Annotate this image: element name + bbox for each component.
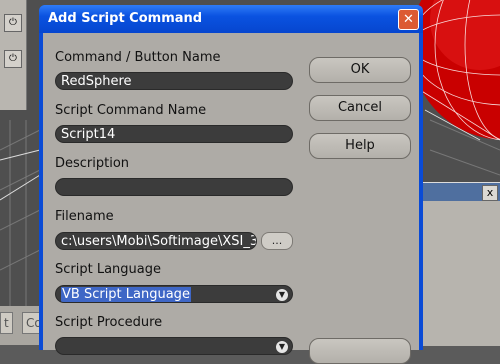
filename-field[interactable]: c:\users\Mobi\Softimage\XSI_3 xyxy=(55,232,257,250)
right-panel-close-icon[interactable]: x xyxy=(482,185,498,201)
cancel-button[interactable]: Cancel xyxy=(309,95,411,121)
script-command-name-field[interactable]: Script14 xyxy=(55,125,293,143)
dialog-close-button[interactable]: ✕ xyxy=(398,9,419,30)
filename-label: Filename xyxy=(55,209,114,224)
script-procedure-select[interactable]: ▼ xyxy=(55,337,293,355)
description-label: Description xyxy=(55,156,130,171)
script-language-select[interactable]: VB Script Language ▼ xyxy=(55,285,293,303)
description-field[interactable] xyxy=(55,178,293,196)
toolbar-plug-icon-2[interactable]: ⏻ xyxy=(4,50,22,68)
ok-button[interactable]: OK xyxy=(309,57,411,83)
script-command-name-label: Script Command Name xyxy=(55,103,207,118)
dialog-title: Add Script Command xyxy=(48,11,203,26)
dialog-body: Command / Button Name RedSphere Script C… xyxy=(43,33,419,364)
red-sphere xyxy=(409,0,500,141)
chevron-down-icon[interactable]: ▼ xyxy=(276,289,288,301)
right-panel-titlebar: x xyxy=(418,183,500,201)
extra-button[interactable] xyxy=(309,338,411,364)
help-button[interactable]: Help xyxy=(309,133,411,159)
command-name-field[interactable]: RedSphere xyxy=(55,72,293,90)
browse-button[interactable]: ... xyxy=(261,232,293,250)
dialog-titlebar: Add Script Command ✕ xyxy=(39,5,423,33)
right-floating-panel: x xyxy=(418,182,500,346)
script-procedure-label: Script Procedure xyxy=(55,315,163,330)
chevron-down-icon-2[interactable]: ▼ xyxy=(276,341,288,353)
command-name-label: Command / Button Name xyxy=(55,50,221,65)
script-language-value: VB Script Language xyxy=(61,287,191,302)
add-script-command-dialog: Add Script Command ✕ Command / Button Na… xyxy=(39,5,423,364)
left-toolbar: ⏻ ⏻ xyxy=(0,0,27,110)
script-language-label: Script Language xyxy=(55,262,161,277)
bottom-tab-1[interactable]: t xyxy=(0,312,13,334)
toolbar-plug-icon[interactable]: ⏻ xyxy=(4,14,22,32)
